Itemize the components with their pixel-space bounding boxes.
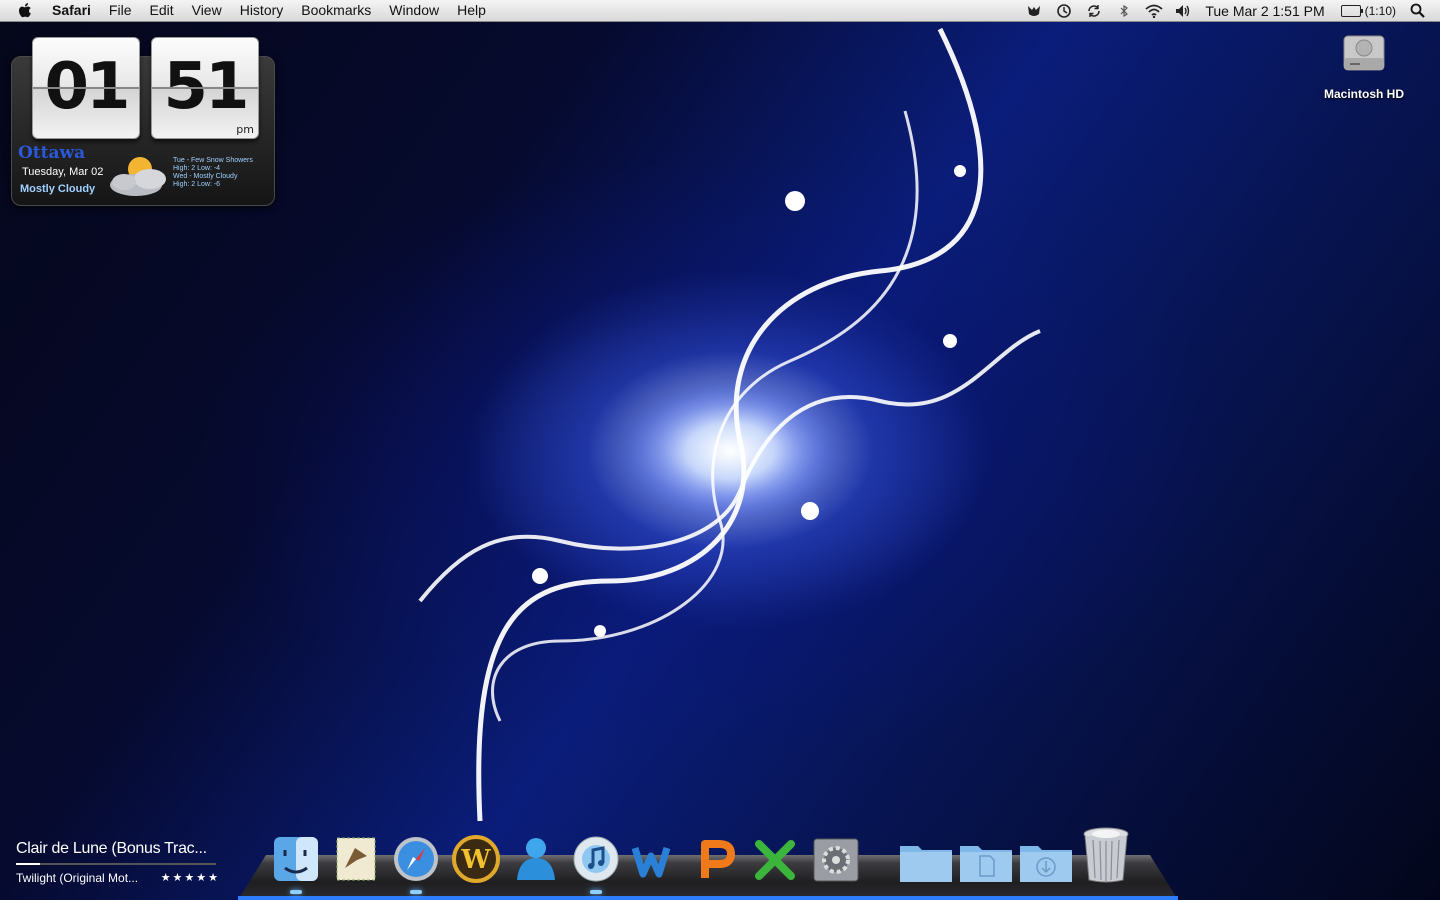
minutes-value: 51 — [163, 50, 249, 124]
app-menu-safari[interactable]: Safari — [48, 0, 100, 21]
word-icon — [631, 846, 671, 878]
menu-history[interactable]: History — [231, 0, 293, 21]
battery-time: (1:10) — [1364, 3, 1396, 18]
dock-item-powerpoint[interactable] — [688, 826, 744, 884]
itunes-icon — [573, 836, 619, 882]
hard-drive-icon — [1343, 35, 1385, 71]
system-preferences-icon — [813, 838, 859, 882]
track-title: Clair de Lune (Bonus Trac... — [16, 840, 207, 857]
dock-glow — [238, 896, 1178, 900]
forecast-line: Tue - Few Snow Showers — [173, 157, 253, 164]
dock-item-finder[interactable] — [268, 826, 324, 894]
mail-icon — [336, 837, 376, 881]
dock-item-world-of-warcraft[interactable]: W — [448, 826, 504, 884]
weather-condition: Mostly Cloudy — [20, 183, 96, 195]
menu-bar: Safari File Edit View History Bookmarks … — [0, 0, 1440, 22]
forecast-line: High: 2 Low: -6 — [173, 181, 221, 188]
track-album: Twilight (Original Mot... — [16, 871, 139, 885]
time-machine-icon[interactable] — [1055, 3, 1073, 19]
menu-window[interactable]: Window — [380, 0, 448, 21]
running-indicator — [590, 890, 602, 894]
dock-item-itunes[interactable] — [568, 826, 624, 894]
battery-status[interactable]: (1:10) — [1340, 3, 1396, 18]
safari-icon — [394, 837, 438, 881]
track-rating[interactable]: ★★★★★ — [161, 871, 220, 885]
clock-weather-widget[interactable]: 01 51 pm Ottawa Tuesday, Mar 02 Mostly C… — [11, 37, 275, 206]
battery-icon — [1340, 4, 1363, 17]
menu-edit[interactable]: Edit — [140, 0, 182, 21]
weather-date: Tuesday, Mar 02 — [22, 166, 104, 178]
hours-value: 01 — [44, 50, 130, 124]
messenger-icon — [517, 838, 555, 880]
dock-item-downloads-folder[interactable] — [1018, 826, 1074, 884]
excel-icon — [755, 840, 795, 880]
documents-folder-icon — [960, 846, 1012, 882]
bluetooth-icon[interactable] — [1115, 3, 1133, 19]
apple-menu-icon[interactable] — [18, 2, 34, 19]
powerpoint-icon — [701, 840, 735, 878]
dock-item-system-preferences[interactable] — [808, 826, 864, 884]
dock-item-trash[interactable] — [1078, 826, 1134, 884]
dock-item-mail[interactable] — [328, 826, 384, 884]
status-area: Tue Mar 2 1:51 PM (1:10) — [1019, 0, 1440, 21]
downloads-folder-icon — [1020, 846, 1072, 882]
finder-icon — [274, 837, 318, 881]
spotlight-icon[interactable] — [1410, 3, 1428, 18]
dock-item-excel[interactable] — [748, 826, 804, 884]
sync-icon[interactable] — [1085, 3, 1103, 19]
weather-city: Ottawa — [18, 143, 86, 163]
menu-file[interactable]: File — [100, 0, 141, 21]
clock-minutes: 51 pm — [151, 37, 259, 139]
dock-item-word[interactable] — [628, 826, 684, 884]
svg-text:W: W — [460, 845, 491, 875]
track-progress-bar[interactable] — [16, 863, 216, 865]
menu-help[interactable]: Help — [448, 0, 495, 21]
menu-bookmarks[interactable]: Bookmarks — [292, 0, 380, 21]
forecast-line: Wed - Mostly Cloudy — [173, 173, 238, 180]
menubar-clock[interactable]: Tue Mar 2 1:51 PM — [1205, 3, 1324, 19]
world-of-warcraft-icon: W — [452, 835, 500, 883]
wifi-icon[interactable] — [1145, 3, 1163, 19]
macintosh-hd-desktop-icon[interactable]: Macintosh HD — [1318, 28, 1410, 101]
dock-item-documents-folder[interactable] — [958, 826, 1014, 884]
trash-icon — [1083, 827, 1129, 883]
forecast-line: High: 2 Low: -4 — [173, 165, 221, 172]
menu-view[interactable]: View — [183, 0, 231, 21]
partly-cloudy-icon — [110, 157, 166, 196]
volume-icon[interactable] — [1175, 3, 1193, 19]
dock-item-applications-folder[interactable] — [898, 826, 954, 884]
ampm-label: pm — [236, 123, 254, 136]
applications-folder-icon — [900, 846, 952, 882]
clock-hours: 01 — [32, 37, 140, 139]
dock-item-safari[interactable] — [388, 826, 444, 894]
running-indicator — [290, 890, 302, 894]
track-progress-fill — [16, 863, 40, 865]
light-streak — [418, 27, 1041, 822]
running-indicator — [410, 890, 422, 894]
hd-label: Macintosh HD — [1323, 87, 1404, 101]
growl-icon[interactable] — [1025, 3, 1043, 19]
dock: W — [268, 820, 1138, 894]
weather-forecast: Tue - Few Snow Showers High: 2 Low: -4 W… — [173, 157, 253, 189]
now-playing-widget[interactable]: Clair de Lune (Bonus Trac... Twilight (O… — [16, 840, 220, 885]
dock-item-messenger[interactable] — [508, 826, 564, 884]
